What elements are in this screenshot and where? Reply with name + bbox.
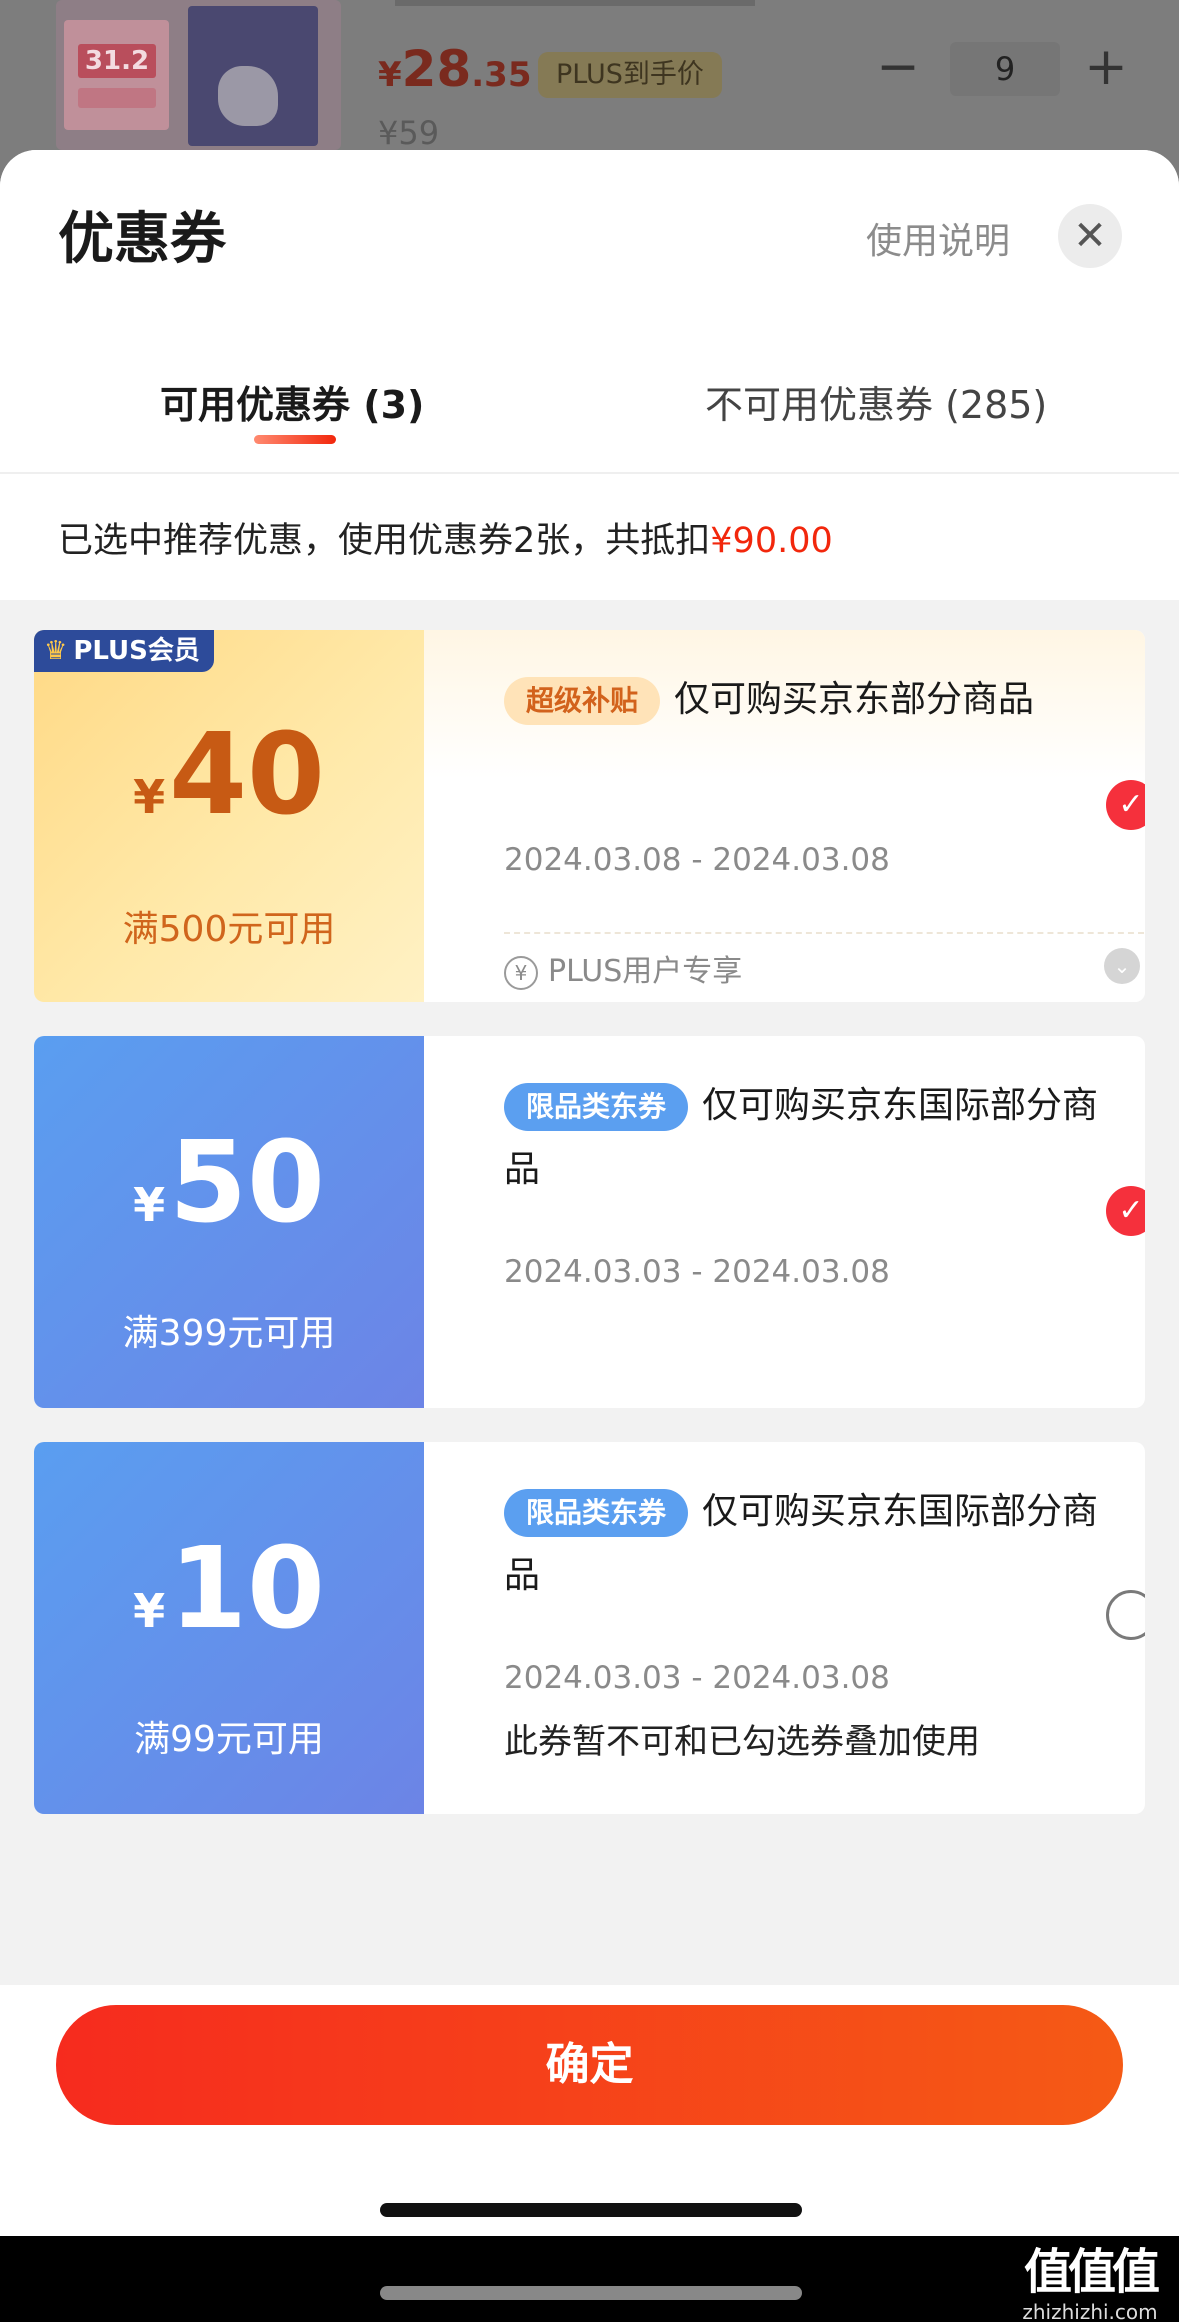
selection-summary: 已选中推荐优惠，使用优惠券2张，共抵扣¥90.00	[58, 521, 833, 561]
tab-unavailable-coupons[interactable]: 不可用优惠券 (285)	[705, 374, 1047, 429]
background-title-strip	[395, 0, 755, 6]
plus-only-note: ¥ PLUS用户专享	[504, 946, 742, 990]
coupon-value: ¥40	[133, 710, 325, 840]
coupon-value: ¥50	[133, 1118, 325, 1248]
sheet-title: 优惠券	[58, 207, 226, 272]
bottom-black-bar	[0, 2236, 1179, 2322]
quantity-input[interactable]: 9	[950, 42, 1060, 96]
coupon-value: ¥10	[133, 1524, 325, 1654]
coupon-value-panel: ¥50 满399元可用	[34, 1036, 424, 1408]
discount-amount: ¥90.00	[710, 521, 833, 561]
dashed-divider	[504, 932, 1144, 934]
yen-circle-icon: ¥	[504, 955, 538, 990]
coupon-card[interactable]: ¥10 满99元可用 限品类东券 仅可购买京东国际部分商品 2024.03.03 …	[34, 1442, 1145, 1814]
crown-icon: ♛	[44, 636, 68, 666]
coupon-description: 超级补贴 仅可购买京东部分商品	[504, 668, 1104, 732]
confirm-button[interactable]: 确定	[56, 2005, 1123, 2125]
cow-graphic	[218, 66, 278, 126]
coupon-tag: 限品类东券	[504, 1489, 689, 1537]
plus-price-tag: PLUS到手价	[538, 52, 722, 98]
selected-check-icon[interactable]: ✓	[1106, 780, 1145, 830]
active-tab-indicator	[254, 435, 336, 444]
product-image: 31.2	[56, 0, 341, 150]
coupon-value-panel: ¥10 满99元可用	[34, 1442, 424, 1814]
coupon-validity-date: 2024.03.03 - 2024.03.08	[504, 1254, 890, 1290]
plus-member-badge: ♛ PLUS会员	[34, 630, 214, 672]
divider	[0, 472, 1179, 474]
selected-check-icon[interactable]: ✓	[1106, 1186, 1145, 1236]
coupon-value-panel: ♛ PLUS会员 ¥40 满500元可用	[34, 630, 424, 1002]
home-indicator	[380, 2203, 802, 2217]
product-price: ¥28.35	[378, 40, 532, 98]
increase-button[interactable]: +	[1080, 38, 1132, 100]
coupon-threshold: 满399元可用	[122, 1313, 336, 1354]
site-watermark: 值值值 zhizhizhi.com	[1010, 2232, 1170, 2322]
coupon-tag: 限品类东券	[504, 1083, 689, 1131]
coupon-description: 限品类东券 仅可购买京东国际部分商品	[504, 1083, 1099, 1190]
watermark-url: zhizhizhi.com	[1022, 2300, 1158, 2322]
coupon-threshold: 满99元可用	[134, 1719, 324, 1760]
product-image-badge: 31.2	[78, 44, 156, 78]
watermark-logo: 值值值	[1023, 2244, 1160, 2300]
coupon-sheet: 优惠券 使用说明 ✕ 可用优惠券 (3) 不可用优惠券 (285) 已选中推荐优…	[0, 150, 1179, 2235]
sheet-header: 优惠券 使用说明 ✕ 可用优惠券 (3) 不可用优惠券 (285) 已选中推荐优…	[0, 150, 1179, 600]
coupon-validity-date: 2024.03.08 - 2024.03.08	[504, 842, 890, 878]
coupon-detail-panel: 超级补贴 仅可购买京东部分商品 2024.03.08 - 2024.03.08 ✓…	[424, 630, 1145, 1002]
tab-available-coupons[interactable]: 可用优惠券 (3)	[160, 374, 424, 429]
coupon-card[interactable]: ♛ PLUS会员 ¥40 满500元可用 超级补贴 仅可购买京东部分商品 2024.…	[34, 630, 1145, 1002]
coupon-detail-panel: 限品类东券 仅可购买京东国际部分商品 2024.03.03 - 2024.03.0…	[424, 1036, 1145, 1408]
coupon-detail-panel: 限品类东券 仅可购买京东国际部分商品 2024.03.03 - 2024.03.0…	[424, 1442, 1145, 1814]
unselected-radio-icon[interactable]	[1106, 1590, 1145, 1640]
coupon-validity-date: 2024.03.03 - 2024.03.08	[504, 1660, 890, 1696]
product-image-subtag	[78, 88, 156, 108]
coupon-card[interactable]: ¥50 满399元可用 限品类东券 仅可购买京东国际部分商品 2024.03.03…	[34, 1036, 1145, 1408]
close-icon[interactable]: ✕	[1058, 204, 1122, 268]
coupon-threshold: 满500元可用	[122, 909, 336, 950]
coupon-tag: 超级补贴	[504, 677, 661, 725]
expand-chevron-icon[interactable]: ⌄	[1104, 948, 1140, 984]
secondary-home-indicator	[380, 2286, 802, 2300]
usage-instructions-link[interactable]: 使用说明	[866, 212, 1010, 264]
quantity-stepper: − 9 +	[870, 38, 1140, 100]
decrease-button[interactable]: −	[872, 38, 924, 100]
product-image-carton	[188, 6, 318, 146]
coupon-stack-warning: 此券暂不可和已勾选券叠加使用	[504, 1722, 980, 1762]
original-price: ¥59	[378, 114, 440, 152]
coupon-description: 限品类东券 仅可购买京东国际部分商品	[504, 1489, 1099, 1596]
